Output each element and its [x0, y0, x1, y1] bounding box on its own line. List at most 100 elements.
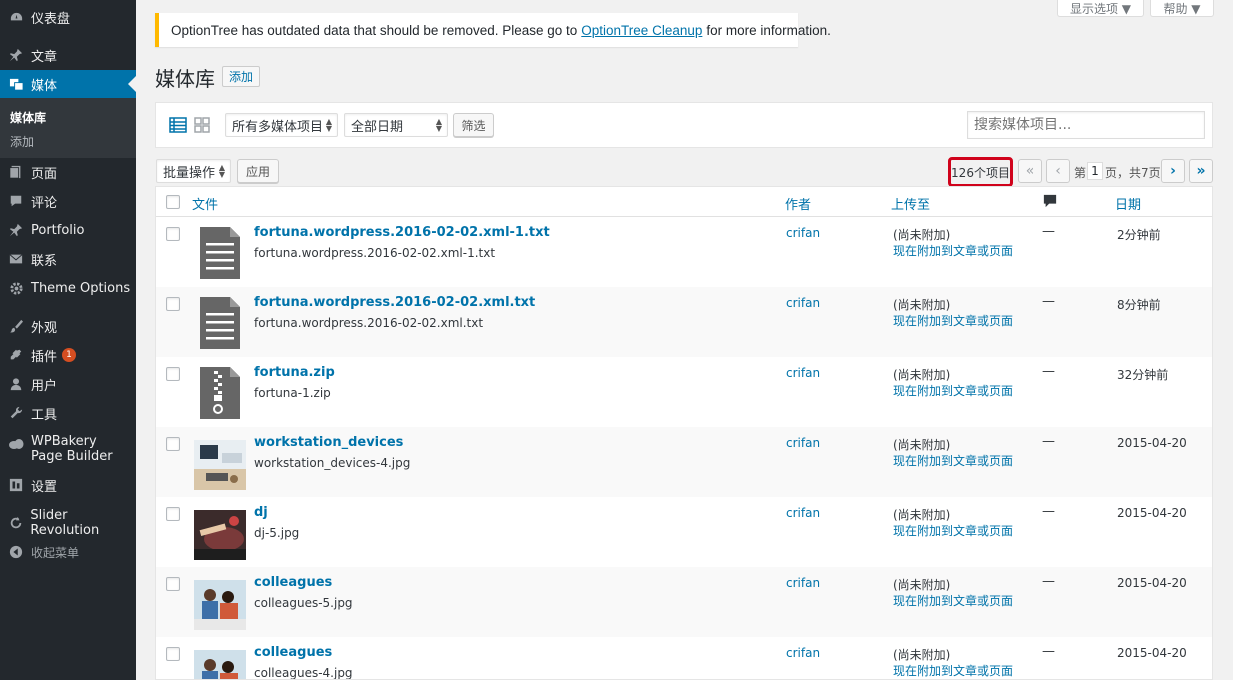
- add-new-button[interactable]: 添加: [222, 66, 260, 87]
- archive-icon[interactable]: [194, 365, 246, 421]
- file-title-link[interactable]: workstation_devices: [254, 435, 403, 450]
- date-select[interactable]: 全部日期 ▲ ▼: [344, 113, 448, 137]
- file-name: colleagues-4.jpg: [254, 666, 353, 680]
- column-author[interactable]: 作者: [785, 194, 811, 213]
- media-type-select[interactable]: 所有多媒体项目 ▲ ▼: [225, 113, 338, 137]
- column-file[interactable]: 文件: [192, 194, 218, 213]
- bulk-actions-select[interactable]: 批量操作 ▲ ▼: [156, 159, 231, 183]
- table-row: colleagues colleagues-5.jpg crifan (尚未附加…: [156, 567, 1212, 637]
- current-page-input[interactable]: 1: [1087, 162, 1103, 180]
- prev-page-button[interactable]: ‹: [1046, 159, 1070, 183]
- photo-thumbnail-workstation[interactable]: [194, 435, 246, 491]
- row-checkbox[interactable]: [166, 367, 180, 381]
- row-checkbox[interactable]: [166, 507, 180, 521]
- menu-slider-revolution[interactable]: Slider Revolution: [0, 508, 136, 538]
- document-icon[interactable]: [194, 225, 246, 281]
- column-date[interactable]: 日期: [1115, 194, 1141, 213]
- column-uploaded-to[interactable]: 上传至: [891, 194, 930, 213]
- gear-icon: [8, 280, 24, 296]
- collapse-menu[interactable]: 收起菜单: [0, 543, 136, 561]
- menu-contact[interactable]: 联系: [0, 250, 136, 269]
- menu-label: Portfolio: [31, 222, 85, 238]
- file-title-link[interactable]: dj: [254, 505, 268, 520]
- menu-appearance[interactable]: 外观: [0, 317, 136, 336]
- menu-label: Theme Options: [31, 280, 131, 296]
- help-button[interactable]: 帮助 ▼: [1150, 0, 1214, 17]
- file-name: colleagues-5.jpg: [254, 596, 353, 610]
- photo-thumbnail-dj[interactable]: [194, 505, 246, 561]
- page-title: 媒体库: [155, 67, 215, 91]
- file-title-link[interactable]: colleagues: [254, 645, 332, 660]
- screen-options-button[interactable]: 显示选项 ▼: [1057, 0, 1144, 17]
- menu-plugins[interactable]: 插件 1: [0, 346, 136, 365]
- photo-thumbnail-colleagues[interactable]: [194, 645, 246, 679]
- menu-theme-options[interactable]: Theme Options: [0, 279, 136, 297]
- first-page-button[interactable]: «: [1018, 159, 1042, 183]
- menu-posts[interactable]: 文章: [0, 46, 136, 65]
- grid-view-icon[interactable]: [193, 116, 211, 134]
- file-title-link[interactable]: fortuna.wordpress.2016-02-02.xml-1.txt: [254, 225, 550, 240]
- next-page-button[interactable]: ›: [1161, 159, 1185, 183]
- author-link[interactable]: crifan: [786, 296, 820, 310]
- filter-button[interactable]: 筛选: [453, 113, 494, 137]
- list-view-icon[interactable]: [169, 116, 187, 134]
- upload-date: 2015-04-20: [1117, 646, 1187, 660]
- menu-settings[interactable]: 设置: [0, 476, 136, 495]
- menu-label: 媒体: [31, 78, 58, 94]
- file-title-link[interactable]: colleagues: [254, 575, 332, 590]
- author-link[interactable]: crifan: [786, 436, 820, 450]
- file-name: workstation_devices-4.jpg: [254, 456, 411, 470]
- collapse-icon: [8, 544, 24, 560]
- row-checkbox[interactable]: [166, 577, 180, 591]
- attach-link[interactable]: 现在附加到文章或页面: [893, 592, 1013, 609]
- author-link[interactable]: crifan: [786, 506, 820, 520]
- author-link[interactable]: crifan: [786, 576, 820, 590]
- author-link[interactable]: crifan: [786, 646, 820, 660]
- row-checkbox[interactable]: [166, 437, 180, 451]
- comment-count: —: [1042, 364, 1055, 379]
- media-submenu: 媒体库 添加: [0, 98, 136, 158]
- menu-label: 设置: [31, 479, 58, 495]
- select-all-checkbox[interactable]: [166, 195, 180, 209]
- file-title-link[interactable]: fortuna.zip: [254, 365, 335, 380]
- menu-tools[interactable]: 工具: [0, 404, 136, 423]
- optiontree-cleanup-link[interactable]: OptionTree Cleanup: [581, 23, 702, 38]
- menu-label: 联系: [31, 253, 58, 269]
- menu-pages[interactable]: 页面: [0, 163, 136, 182]
- attach-link[interactable]: 现在附加到文章或页面: [893, 382, 1013, 399]
- menu-users[interactable]: 用户: [0, 375, 136, 394]
- unattached-status: (尚未附加): [893, 508, 951, 522]
- submenu-add[interactable]: 添加: [10, 133, 34, 150]
- author-link[interactable]: crifan: [786, 366, 820, 380]
- attach-link[interactable]: 现在附加到文章或页面: [893, 452, 1013, 469]
- attach-link[interactable]: 现在附加到文章或页面: [893, 522, 1013, 539]
- file-name: fortuna.wordpress.2016-02-02.xml.txt: [254, 316, 484, 330]
- menu-comments[interactable]: 评论: [0, 192, 136, 211]
- attach-link[interactable]: 现在附加到文章或页面: [893, 662, 1013, 679]
- comment-bubble-icon[interactable]: [1043, 194, 1057, 212]
- media-filter-bar: 所有多媒体项目 ▲ ▼ 全部日期 ▲ ▼ 筛选: [155, 102, 1213, 148]
- page-icon: [8, 164, 24, 180]
- file-title-link[interactable]: fortuna.wordpress.2016-02-02.xml.txt: [254, 295, 535, 310]
- admin-sidebar: 仪表盘 文章 媒体 媒体库 添加 页面 评论 Portfolio 联系 Them…: [0, 0, 136, 680]
- menu-portfolio[interactable]: Portfolio: [0, 221, 136, 239]
- last-page-button[interactable]: »: [1189, 159, 1213, 183]
- row-checkbox[interactable]: [166, 647, 180, 661]
- photo-thumbnail-colleagues[interactable]: [194, 575, 246, 631]
- row-checkbox[interactable]: [166, 227, 180, 241]
- search-media-input[interactable]: [967, 111, 1205, 139]
- author-link[interactable]: crifan: [786, 226, 820, 240]
- row-checkbox[interactable]: [166, 297, 180, 311]
- menu-media[interactable]: 媒体: [0, 70, 136, 98]
- attach-link[interactable]: 现在附加到文章或页面: [893, 312, 1013, 329]
- select-value: 全部日期: [351, 119, 404, 135]
- apply-button[interactable]: 应用: [237, 159, 279, 183]
- menu-wpbakery[interactable]: WPBakery Page Builder: [0, 434, 136, 466]
- document-icon[interactable]: [194, 295, 246, 351]
- submenu-library[interactable]: 媒体库: [10, 109, 46, 126]
- menu-dashboard[interactable]: 仪表盘: [0, 8, 136, 27]
- wrench-icon: [8, 405, 24, 421]
- unattached-status: (尚未附加): [893, 648, 951, 662]
- upload-date: 8分钟前: [1117, 298, 1161, 312]
- attach-link[interactable]: 现在附加到文章或页面: [893, 242, 1013, 259]
